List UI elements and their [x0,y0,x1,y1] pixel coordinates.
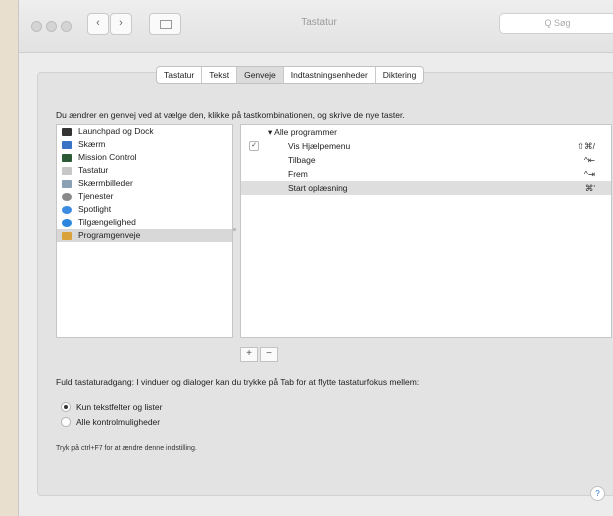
tab-diktering[interactable]: Diktering [376,67,424,83]
full-keyboard-access-text: Fuld tastaturadgang: I vinduer og dialog… [56,377,420,387]
shortcut-row[interactable]: Tilbage ^⇤ [241,153,611,167]
category-item[interactable]: Spotlight [57,203,232,216]
remove-shortcut-button[interactable]: − [260,347,278,362]
shortcuts-description: Du ændrer en genvej ved at vælge den, kl… [56,110,405,120]
radio-text-fields-lists[interactable]: Kun tekstfelter og lister [61,402,162,412]
category-item[interactable]: Tilgængelighed [57,216,232,229]
category-label: Tastatur [78,165,109,175]
shortcut-checkbox[interactable]: ✓ [249,141,259,151]
category-item[interactable]: Tastatur [57,164,232,177]
category-item[interactable]: Skærm [57,138,232,151]
category-list[interactable]: Launchpad og Dock Skærm Mission Control … [56,124,233,338]
shortcut-label: Tilbage [288,155,316,165]
tab-bar: Tastatur Tekst Genveje Indtastningsenhed… [156,66,425,84]
shortcut-group-header[interactable]: ▾ Alle programmer [241,125,611,139]
app-shortcuts-icon [62,231,72,240]
mission-control-icon [62,153,72,162]
radio-unselected-icon [61,417,71,427]
gear-icon [62,192,72,201]
title-bar: ‹ › Tastatur Q Søg [19,0,613,53]
launchpad-icon [62,127,72,136]
shortcut-row[interactable]: Frem ^⇥ [241,167,611,181]
radio-label: Kun tekstfelter og lister [76,402,163,412]
category-item[interactable]: Launchpad og Dock [57,125,232,138]
shortcut-label: Start oplæsning [288,183,348,193]
category-label: Skærmbilleder [78,178,133,188]
spotlight-icon [62,205,72,214]
category-item[interactable]: Tjenester [57,190,232,203]
shortcut-key[interactable]: ^⇥ [584,167,595,181]
category-label: Tilgængelighed [78,217,136,227]
category-label: Tjenester [78,191,114,201]
hint-text: Tryk på ctrl+F7 for at ændre denne indst… [56,445,197,452]
accessibility-icon [62,218,72,227]
category-label: Launchpad og Dock [78,126,154,136]
radio-all-controls[interactable]: Alle kontrolmuligheder [61,417,160,427]
tab-indtastningsenheder[interactable]: Indtastningsenheder [284,67,376,83]
add-shortcut-button[interactable]: + [240,347,258,362]
shortcut-label: Frem [288,169,308,179]
split-handle[interactable] [233,228,236,231]
screenshot-icon [62,179,72,188]
tab-tekst[interactable]: Tekst [202,67,238,83]
shortcut-key[interactable]: ⇧⌘/ [577,139,595,153]
category-label: Skærm [78,139,106,149]
category-item-selected[interactable]: Programgenveje [57,229,232,242]
tab-tastatur[interactable]: Tastatur [157,67,203,83]
display-icon [62,140,72,149]
tab-genveje[interactable]: Genveje [237,67,284,83]
help-button[interactable]: ? [590,486,605,501]
add-remove-controls: + − [240,347,280,362]
category-label: Spotlight [78,204,112,214]
preferences-window: ‹ › Tastatur Q Søg Tastatur Tekst Genvej… [18,0,613,516]
shortcut-list[interactable]: ▾ Alle programmer ✓ Vis Hjælpemenu ⇧⌘/ T… [240,124,612,338]
category-label: Mission Control [78,152,137,162]
category-label: Programgenveje [78,230,141,240]
shortcut-row[interactable]: ✓ Vis Hjælpemenu ⇧⌘/ [241,139,611,153]
keyboard-icon [62,166,72,175]
search-input[interactable]: Q Søg [499,13,613,34]
shortcut-label: Vis Hjælpemenu [288,141,351,151]
category-item[interactable]: Mission Control [57,151,232,164]
group-label: ▾ Alle programmer [268,127,337,137]
radio-selected-icon [61,402,71,412]
shortcut-key[interactable]: ^⇤ [584,153,595,167]
radio-label: Alle kontrolmuligheder [76,417,161,427]
shortcut-row-selected[interactable]: Start oplæsning ⌘' [241,181,611,195]
category-item[interactable]: Skærmbilleder [57,177,232,190]
shortcut-key[interactable]: ⌘' [585,181,595,195]
